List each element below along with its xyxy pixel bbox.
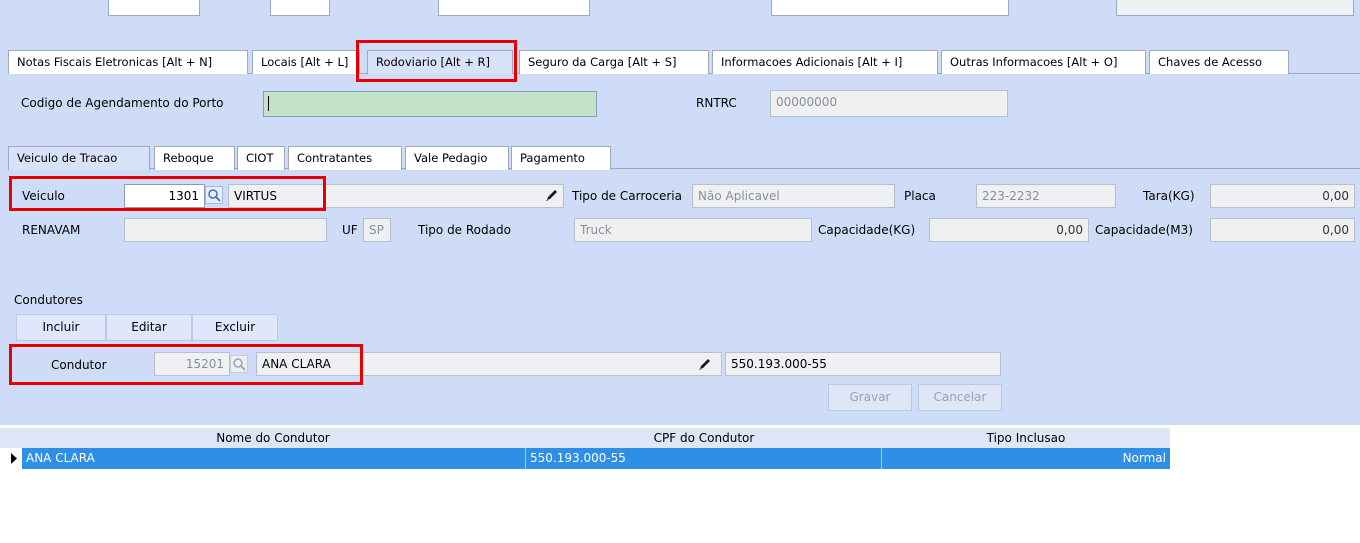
col-nome-condutor[interactable]: Nome do Condutor — [20, 428, 526, 448]
top-field-2[interactable] — [270, 0, 330, 16]
excluir-button[interactable]: Excluir — [192, 314, 278, 341]
veiculo-name-field: VIRTUS — [228, 184, 564, 208]
editar-button[interactable]: Editar — [106, 314, 192, 341]
condutor-search-button[interactable] — [230, 355, 248, 373]
magnifier-icon — [233, 358, 246, 371]
col-tipo-inclusao[interactable]: Tipo Inclusao — [882, 428, 1170, 448]
tab-vale-pedagio[interactable]: Vale Pedagio — [405, 146, 509, 170]
condutor-name-field: ANA CLARA — [256, 352, 722, 376]
condutores-label: Condutores — [14, 293, 83, 307]
capacidade-m3-label: Capacidade(M3) — [1095, 223, 1193, 237]
rntrc-field[interactable]: 00000000 — [770, 90, 1008, 117]
tab-pagamento[interactable]: Pagamento — [511, 146, 611, 170]
veiculo-search-button[interactable] — [205, 186, 223, 204]
condutor-cpf-field: 550.193.000-55 — [725, 352, 1001, 376]
table-row[interactable]: ANA CLARA 550.193.000-55 Normal — [22, 448, 1170, 469]
uf-field: SP — [363, 218, 391, 242]
col-cpf-condutor[interactable]: CPF do Condutor — [526, 428, 882, 448]
tab-rodoviario[interactable]: Rodoviario [Alt + R] — [367, 50, 513, 74]
agendamento-input[interactable] — [263, 91, 597, 117]
cancelar-button[interactable]: Cancelar — [918, 384, 1002, 411]
tab-veiculo-tracao[interactable]: Veiculo de Tracao — [8, 146, 150, 170]
magnifier-icon — [208, 189, 221, 202]
tipo-carroceria-field: Não Aplicavel — [692, 184, 895, 208]
veiculo-code-input[interactable]: 1301 — [124, 184, 205, 208]
uf-label: UF — [342, 223, 358, 237]
tab-informacoes-adicionais[interactable]: Informacoes Adicionais [Alt + I] — [712, 50, 938, 74]
veiculo-label: Veiculo — [22, 189, 65, 203]
main-tabs: Notas Fiscais Eletronicas [Alt + N] Loca… — [8, 50, 1308, 74]
vehicle-tabs: Veiculo de Tracao Reboque CIOT Contratan… — [8, 146, 628, 170]
capacidade-kg-label: Capacidade(KG) — [818, 223, 916, 237]
renavam-label: RENAVAM — [22, 223, 81, 237]
tab-contratantes[interactable]: Contratantes — [288, 146, 402, 170]
cell-cpf: 550.193.000-55 — [526, 448, 882, 469]
row-pointer-icon — [11, 453, 17, 464]
tipo-rodado-label: Tipo de Rodado — [418, 223, 511, 237]
veiculo-edit-pencil-icon[interactable] — [544, 187, 562, 205]
placa-field: 223-2232 — [976, 184, 1116, 208]
placa-label: Placa — [904, 189, 936, 203]
condutor-code-field: 15201 — [154, 352, 230, 376]
rntrc-label: RNTRC — [696, 96, 737, 110]
tab-reboque[interactable]: Reboque — [154, 146, 235, 170]
tab-chaves-acesso[interactable]: Chaves de Acesso — [1149, 50, 1289, 74]
condutor-label: Condutor — [51, 358, 107, 372]
app-window: Notas Fiscais Eletronicas [Alt + N] Loca… — [0, 0, 1360, 543]
condutores-grid-header: Nome do Condutor CPF do Condutor Tipo In… — [0, 428, 1170, 448]
tara-label: Tara(KG) — [1143, 189, 1195, 203]
tab-seguro-carga[interactable]: Seguro da Carga [Alt + S] — [519, 50, 709, 74]
cell-nome: ANA CLARA — [22, 448, 526, 469]
top-field-1[interactable] — [108, 0, 200, 16]
row-indicator-cell — [0, 448, 22, 469]
tab-notas-fiscais[interactable]: Notas Fiscais Eletronicas [Alt + N] — [8, 50, 248, 74]
tab-locais[interactable]: Locais [Alt + L] — [252, 50, 360, 74]
tara-field: 0,00 — [1210, 184, 1355, 208]
rodoviario-panel: Notas Fiscais Eletronicas [Alt + N] Loca… — [0, 0, 1360, 425]
gravar-button[interactable]: Gravar — [828, 384, 912, 411]
top-field-3[interactable] — [438, 0, 590, 16]
top-field-4[interactable] — [771, 0, 1009, 16]
incluir-button[interactable]: Incluir — [16, 314, 106, 341]
cell-tipo: Normal — [1122, 451, 1166, 465]
capacidade-kg-field: 0,00 — [929, 218, 1089, 242]
tab-ciot[interactable]: CIOT — [237, 146, 285, 170]
text-cursor — [268, 96, 269, 111]
tipo-rodado-field: Truck — [574, 218, 812, 242]
tab-outras-informacoes[interactable]: Outras Informacoes [Alt + O] — [941, 50, 1146, 74]
top-field-5[interactable] — [1116, 0, 1354, 16]
condutor-edit-pencil-icon[interactable] — [697, 356, 715, 374]
renavam-field — [124, 218, 327, 242]
agendamento-label: Codigo de Agendamento do Porto — [21, 96, 224, 110]
tipo-carroceria-label: Tipo de Carroceria — [572, 189, 682, 203]
capacidade-m3-field: 0,00 — [1210, 218, 1355, 242]
